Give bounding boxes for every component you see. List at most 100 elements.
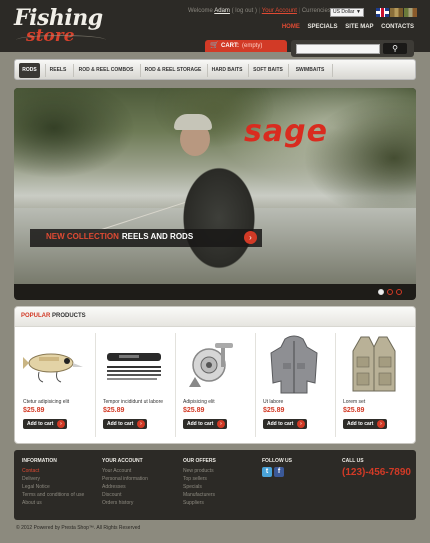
category-rods[interactable]: RODS <box>19 63 40 78</box>
brand-logo: sage <box>244 114 328 149</box>
hero-slider[interactable]: sage NEW COLLECTION REELS AND RODS › <box>14 88 416 300</box>
phone-number[interactable]: (123)-456-7890 <box>342 467 411 478</box>
product-image-lure[interactable] <box>21 333 87 395</box>
products-title-rest: PRODUCTS <box>52 313 86 319</box>
footer-link-personal-info[interactable]: Personal information <box>102 475 148 483</box>
divider <box>140 64 141 77</box>
copyright-text: © 2012 Powered by Presta Shop™. All Righ… <box>16 525 141 531</box>
logo-fishing-line <box>16 35 106 45</box>
category-swimbaits[interactable]: SWIMBAITS <box>290 63 330 78</box>
add-to-cart-button[interactable]: Add to cart › <box>343 419 387 429</box>
category-nav: RODS REELS ROD & REEL COMBOS ROD & REEL … <box>14 59 416 80</box>
footer-link-addresses[interactable]: Addresses <box>102 483 148 491</box>
footer-link-terms[interactable]: Terms and conditions of use <box>22 491 84 499</box>
category-hard-baits[interactable]: HARD BAITS <box>209 63 245 78</box>
category-soft-baits[interactable]: SOFT BAITS <box>250 63 286 78</box>
footer-heading: YOUR ACCOUNT <box>102 458 143 464</box>
product-image-reel[interactable] <box>181 333 247 395</box>
add-to-cart-button[interactable]: Add to cart › <box>183 419 227 429</box>
welcome-text: Welcome <box>188 8 213 14</box>
add-to-cart-button[interactable]: Add to cart › <box>103 419 147 429</box>
product-card: Adipisicing elit $25.89 Add to cart › <box>175 329 253 441</box>
currencies-label: Currencies: <box>301 8 333 14</box>
nav-specials[interactable]: SPECIALS <box>308 24 338 30</box>
footer-link-orders-history[interactable]: Orders history <box>102 499 148 507</box>
cart-label: CART: <box>221 43 239 49</box>
add-to-cart-button[interactable]: Add to cart › <box>263 419 307 429</box>
divider <box>73 64 74 77</box>
product-name[interactable]: Ctetur adipisicing elit <box>23 399 69 405</box>
footer-column-follow: FOLLOW US tf <box>262 458 292 477</box>
footer-column-account: YOUR ACCOUNT Your Account Personal infor… <box>102 458 148 507</box>
nav-contacts[interactable]: CONTACTS <box>381 24 414 30</box>
cart-button[interactable]: 🛒 CART: (empty) <box>205 40 287 52</box>
product-name[interactable]: Ut labore <box>263 399 283 405</box>
popular-products-panel: POPULAR PRODUCTS Ctetur adipisicing elit… <box>14 306 416 444</box>
search-box: ⚲ <box>291 40 414 57</box>
caption-rest: REELS AND RODS <box>121 232 194 241</box>
slider-dot-2[interactable] <box>387 289 393 295</box>
french-flag-icon[interactable] <box>390 8 403 17</box>
footer-link-specials[interactable]: Specials <box>183 483 216 491</box>
language-flags <box>376 8 418 17</box>
cart-status: (empty) <box>242 43 263 49</box>
facebook-icon[interactable]: f <box>274 467 284 477</box>
divider <box>45 64 46 77</box>
product-name[interactable]: Tempor incididunt ut labore <box>103 399 163 405</box>
user-bar: Welcome Adam ( log out ) | Your Account … <box>188 8 333 14</box>
product-name[interactable]: Adipisicing elit <box>183 399 215 405</box>
footer-heading: INFORMATION <box>22 458 57 464</box>
product-image-rods[interactable] <box>101 333 167 395</box>
product-image-jacket[interactable] <box>261 333 327 395</box>
cart-icon: 🛒 <box>210 42 219 49</box>
add-to-cart-label: Add to cart <box>187 421 214 427</box>
footer-column-information: INFORMATION Contact Delivery Legal Notic… <box>22 458 84 507</box>
footer-heading: FOLLOW US <box>262 458 292 464</box>
category-rod-reel-storage[interactable]: ROD & REEL STORAGE <box>142 63 204 78</box>
category-rod-reel-combos[interactable]: ROD & REEL COMBOS <box>75 63 137 78</box>
add-to-cart-button[interactable]: Add to cart › <box>23 419 67 429</box>
products-title-highlight: POPULAR <box>21 313 51 319</box>
main-nav: HOME SPECIALS SITE MAP CONTACTS <box>276 24 414 30</box>
footer-link-about[interactable]: About us <box>22 499 84 507</box>
product-name[interactable]: Lorem set <box>343 399 365 405</box>
nav-home[interactable]: HOME <box>282 24 300 30</box>
footer-link-legal-notice[interactable]: Legal Notice <box>22 483 84 491</box>
english-flag-icon[interactable] <box>376 8 389 17</box>
divider <box>248 64 249 77</box>
divider <box>207 64 208 77</box>
product-image-vest[interactable] <box>341 333 407 395</box>
footer-link-top-sellers[interactable]: Top sellers <box>183 475 216 483</box>
product-card: Tempor incididunt ut labore $25.89 Add t… <box>95 329 173 441</box>
product-price: $25.89 <box>103 407 125 414</box>
product-price: $25.89 <box>343 407 365 414</box>
site-footer: INFORMATION Contact Delivery Legal Notic… <box>14 450 416 520</box>
slide-image: sage <box>14 88 416 288</box>
chevron-right-icon: › <box>217 420 225 428</box>
footer-link-manufacturers[interactable]: Manufacturers <box>183 491 216 499</box>
search-input[interactable] <box>296 44 380 54</box>
footer-link-discount[interactable]: Discount <box>102 491 148 499</box>
your-account-link[interactable]: Your Account <box>262 8 297 14</box>
chevron-right-icon: › <box>57 420 65 428</box>
search-button[interactable]: ⚲ <box>383 43 407 54</box>
slider-dot-1[interactable] <box>378 289 384 295</box>
products-title: POPULAR PRODUCTS <box>21 313 86 319</box>
slide-more-button[interactable]: › <box>244 231 257 244</box>
footer-link-suppliers[interactable]: Suppliers <box>183 499 216 507</box>
slider-pagination <box>378 289 405 297</box>
user-name-link[interactable]: Adam <box>214 8 230 14</box>
category-reels[interactable]: REELS <box>47 63 69 78</box>
slider-dot-3[interactable] <box>396 289 402 295</box>
nav-site-map[interactable]: SITE MAP <box>345 24 373 30</box>
footer-link-your-account[interactable]: Your Account <box>102 467 148 475</box>
footer-link-contact[interactable]: Contact <box>22 467 84 475</box>
footer-link-delivery[interactable]: Delivery <box>22 475 84 483</box>
footer-link-new-products[interactable]: New products <box>183 467 216 475</box>
currency-select[interactable]: US Dollar ▼ <box>330 8 364 17</box>
italian-flag-icon[interactable] <box>404 8 417 17</box>
logout-link[interactable]: ( log out ) <box>232 8 257 14</box>
twitter-icon[interactable]: t <box>262 467 272 477</box>
chevron-right-icon: › <box>249 233 252 242</box>
add-to-cart-label: Add to cart <box>27 421 54 427</box>
